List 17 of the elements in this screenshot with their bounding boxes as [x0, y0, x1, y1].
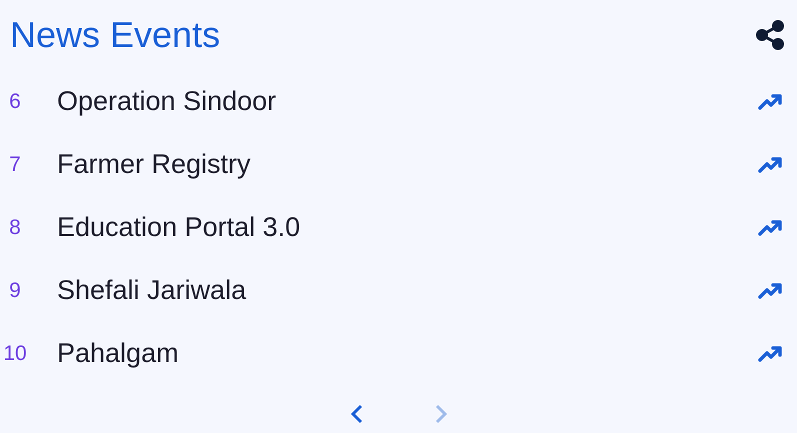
section-title: News Events [10, 13, 220, 57]
trending-icon [757, 344, 785, 362]
trending-icon [757, 282, 785, 300]
news-topic-link[interactable]: Operation Sindoor [57, 86, 276, 116]
trending-icon [757, 156, 785, 174]
rank-number: 6 [8, 88, 22, 115]
share-icon[interactable] [755, 20, 785, 50]
rank-number: 8 [8, 214, 22, 241]
news-topic-link[interactable]: Shefali Jariwala [57, 275, 246, 306]
trending-icon [757, 92, 785, 110]
news-topic-link[interactable]: Education Portal 3.0 [57, 212, 300, 242]
trending-icon [757, 218, 785, 236]
news-topic-link[interactable]: Farmer Registry [57, 149, 251, 180]
rank-number: 10 [2, 340, 28, 367]
news-topic-link[interactable]: Pahalgam [57, 338, 179, 368]
rank-number: 9 [8, 278, 22, 304]
rank-number: 7 [8, 152, 22, 178]
